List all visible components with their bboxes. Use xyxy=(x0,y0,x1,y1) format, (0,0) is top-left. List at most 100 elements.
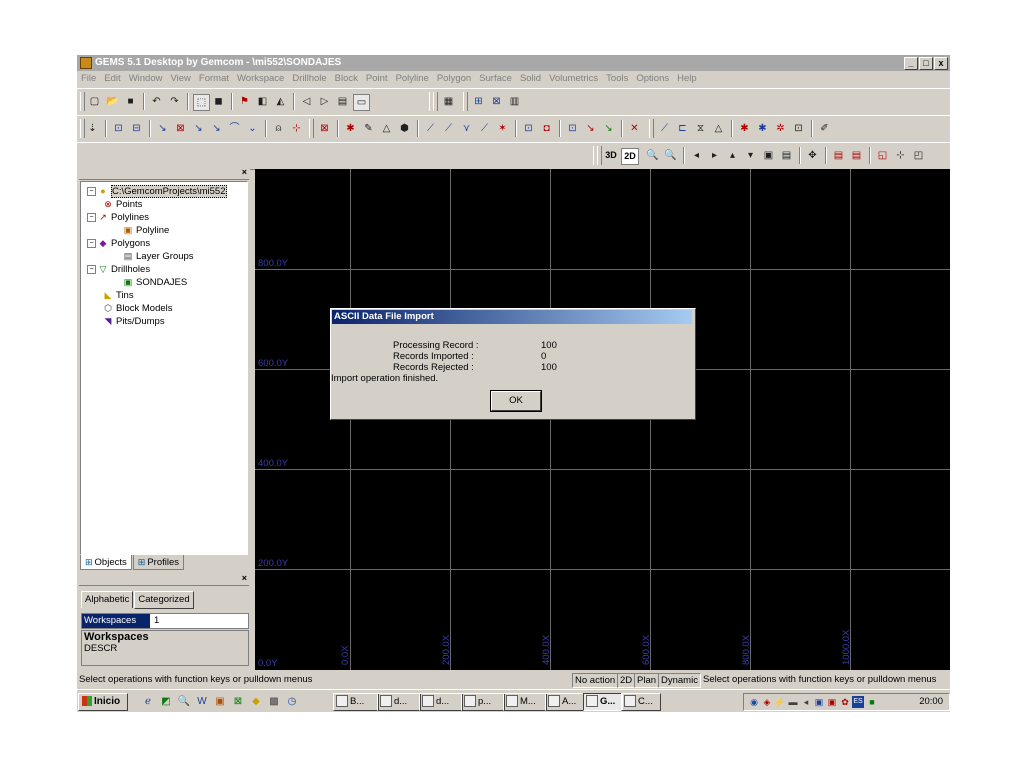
pane-close-icon[interactable]: × xyxy=(242,167,247,177)
ok-button[interactable]: OK xyxy=(490,390,542,412)
layer-icon[interactable]: ◧ xyxy=(255,94,270,109)
tree-polylines[interactable]: − ↗ Polylines xyxy=(87,212,149,224)
menu-block[interactable]: Block xyxy=(335,73,358,84)
query-icon[interactable]: ⊹ xyxy=(893,148,908,163)
menu-tools[interactable]: Tools xyxy=(606,73,628,84)
tree-layer-groups[interactable]: ▤ Layer Groups xyxy=(123,251,194,263)
line-tool-icon[interactable]: ⟋ xyxy=(423,121,438,136)
search-icon[interactable]: 🔍 xyxy=(177,695,191,709)
word-icon[interactable]: W xyxy=(195,695,209,709)
explorer-icon[interactable]: ▩ xyxy=(267,695,281,709)
previous-icon[interactable]: ◁ xyxy=(299,94,314,109)
menu-solid[interactable]: Solid xyxy=(520,73,541,84)
zoom-select-icon[interactable]: ⊡ xyxy=(521,121,536,136)
network-icon[interactable]: ◉ xyxy=(748,696,760,708)
tree-points[interactable]: ⊗ Points xyxy=(103,199,142,211)
menu-options[interactable]: Options xyxy=(636,73,669,84)
tree-sondajes[interactable]: ▣ SONDAJES xyxy=(123,277,187,289)
trim-icon[interactable]: ⊡ xyxy=(565,121,580,136)
delete-point-icon[interactable]: ⌄ xyxy=(245,121,260,136)
zoom-previous-icon[interactable]: ◱ xyxy=(875,148,890,163)
zoom-box-icon[interactable]: ⊡ xyxy=(791,121,806,136)
mesh-icon[interactable]: ⊠ xyxy=(489,94,504,109)
taskbar-item[interactable]: p... xyxy=(461,693,505,711)
messenger-tray-icon[interactable]: ✿ xyxy=(839,696,851,708)
taskbar-item[interactable]: B... xyxy=(333,693,379,711)
toolbar-grip[interactable] xyxy=(433,92,438,111)
tree-root[interactable]: − ● C:\GemcomProjects\mi552 xyxy=(87,185,227,198)
tab-objects[interactable]: ⊞ Objects xyxy=(80,555,132,570)
toolbar-grip[interactable] xyxy=(649,119,654,138)
menu-drillhole[interactable]: Drillhole xyxy=(292,73,326,84)
menu-file[interactable]: File xyxy=(81,73,96,84)
pane-close-icon[interactable]: × xyxy=(242,573,247,583)
fan-icon[interactable]: ⧖ xyxy=(693,121,708,136)
menu-workspace[interactable]: Workspace xyxy=(237,73,284,84)
window-view-icon[interactable]: ▭ xyxy=(353,94,370,111)
fit-window-icon[interactable]: ◰ xyxy=(911,148,926,163)
tab-profiles[interactable]: ⊞ Profiles xyxy=(132,555,184,570)
antivirus-icon[interactable]: ◈ xyxy=(761,696,773,708)
triangle-icon[interactable]: △ xyxy=(379,121,394,136)
property-value[interactable]: 1 xyxy=(154,614,159,628)
menu-help[interactable]: Help xyxy=(677,73,697,84)
powerpoint-icon[interactable]: ▣ xyxy=(213,695,227,709)
status-icon[interactable]: ■ xyxy=(866,696,878,708)
chart-icon[interactable]: ▥ xyxy=(507,94,522,109)
tree-polyline[interactable]: ▣ Polyline xyxy=(123,225,170,237)
burst-icon[interactable]: ✲ xyxy=(773,121,788,136)
tri-icon[interactable]: △ xyxy=(711,121,726,136)
menu-format[interactable]: Format xyxy=(199,73,229,84)
zoom-red-icon[interactable]: ◘ xyxy=(539,121,554,136)
view-2d-button[interactable]: 2D xyxy=(621,148,639,165)
title-bar[interactable]: GEMS 5.1 Desktop by Gemcom - \mi552\SOND… xyxy=(77,55,950,71)
tab-alphabetic[interactable]: Alphabetic xyxy=(81,591,134,608)
digitize-polygon-icon[interactable]: ⊠ xyxy=(173,121,188,136)
taskbar-item[interactable]: M... xyxy=(503,693,547,711)
tree-tins[interactable]: ◣ Tins xyxy=(103,290,134,302)
select-icon[interactable]: ⊡ xyxy=(111,121,126,136)
view-3d-button[interactable]: 3D xyxy=(603,148,619,163)
menu-surface[interactable]: Surface xyxy=(479,73,512,84)
clock-icon[interactable]: ◷ xyxy=(285,695,299,709)
cursor-icon[interactable]: ⇣ xyxy=(85,121,100,136)
burst-tool-icon[interactable]: ✶ xyxy=(495,121,510,136)
taskbar-item-active[interactable]: G... xyxy=(583,693,623,711)
refresh-icon[interactable]: ▤ xyxy=(849,148,864,163)
pan-down-icon[interactable]: ▾ xyxy=(743,148,758,163)
join-icon[interactable]: ↘ xyxy=(601,121,616,136)
taskbar-item[interactable]: d... xyxy=(377,693,421,711)
connection-icon[interactable]: ▬ xyxy=(787,696,799,708)
taskbar-item[interactable]: A... xyxy=(545,693,585,711)
asterisk-icon[interactable]: ✱ xyxy=(737,121,752,136)
solid-icon[interactable]: ⬢ xyxy=(397,121,412,136)
taskbar-item[interactable]: C... xyxy=(621,693,661,711)
messenger-icon[interactable]: ◆ xyxy=(249,695,263,709)
grid-icon[interactable]: ⊞ xyxy=(471,94,486,109)
branch-tool-icon[interactable]: ⟋ xyxy=(477,121,492,136)
tree-block-models[interactable]: ⬡ Block Models xyxy=(103,303,172,315)
open-folder-icon[interactable]: 📂 xyxy=(105,94,120,109)
workspace-icon[interactable]: ⚑ xyxy=(237,94,252,109)
zoom-extents-icon[interactable]: ▣ xyxy=(761,148,776,163)
connect-icon[interactable]: ⟋ xyxy=(657,121,672,136)
move-point-icon[interactable]: ↘ xyxy=(209,121,224,136)
dialog-title[interactable]: ASCII Data File Import xyxy=(332,310,692,324)
filter-icon[interactable]: ⊠ xyxy=(317,121,332,136)
rotate-icon[interactable]: ✥ xyxy=(805,148,820,163)
menu-point[interactable]: Point xyxy=(366,73,388,84)
language-indicator[interactable]: ES xyxy=(852,696,864,708)
internet-explorer-icon[interactable]: ℯ xyxy=(141,695,155,709)
tree-polygons[interactable]: − ◆ Polygons xyxy=(87,238,150,250)
deselect-icon[interactable]: ⊟ xyxy=(129,121,144,136)
measure-icon[interactable]: ⍝ xyxy=(271,121,286,136)
undo-icon[interactable]: ↶ xyxy=(149,94,164,109)
property-key[interactable]: Workspaces xyxy=(82,614,150,628)
wireframe-cube-icon[interactable]: ⬚ xyxy=(193,94,210,111)
alert-icon[interactable]: ▣ xyxy=(826,696,838,708)
toolbar-grip[interactable] xyxy=(80,92,85,111)
update-icon[interactable]: ⚡ xyxy=(774,696,786,708)
snap-icon[interactable]: ⊹ xyxy=(289,121,304,136)
tree-drillholes[interactable]: − ▽ Drillholes xyxy=(87,264,150,276)
insert-point-icon[interactable]: ⌒ xyxy=(227,121,242,136)
